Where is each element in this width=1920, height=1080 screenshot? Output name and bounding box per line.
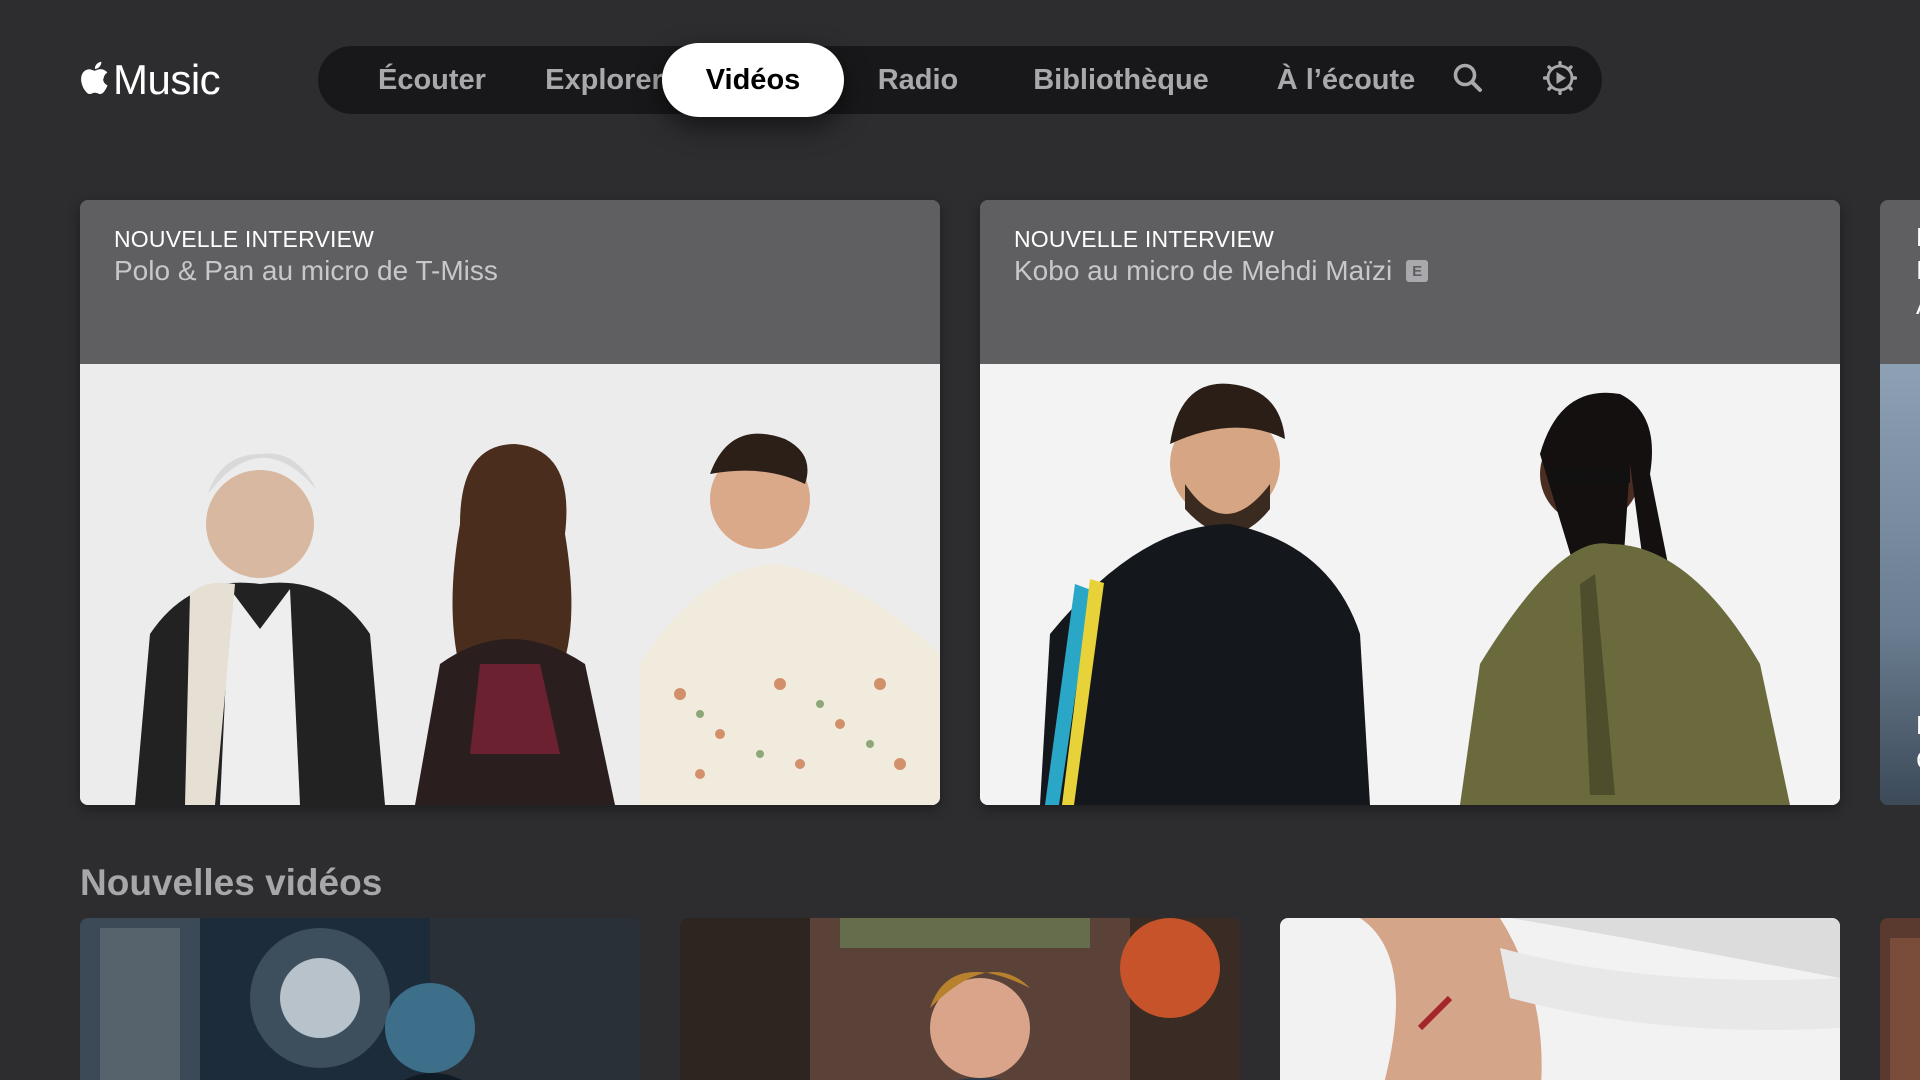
top-navigation-bar: Écouter Explorer Vidéos Radio Bibliothèq… <box>318 43 1602 117</box>
hero-peek-image <box>1880 364 1920 805</box>
hero-eyebrow: NOUVELLE INTERVIEW <box>114 226 375 252</box>
video-tile[interactable] <box>1280 918 1840 1080</box>
tab-bibliotheque[interactable]: Bibliothèque <box>994 46 1248 114</box>
apple-icon <box>79 60 109 101</box>
hero-card-header: NOUVELLE INTERVIEW Kobo au micro de Mehd… <box>980 200 1840 364</box>
tab-radio[interactable]: Radio <box>836 46 1000 114</box>
explicit-badge: E <box>1406 260 1429 282</box>
hero-title-text: Kobo au micro de Mehdi Maïzi <box>1014 255 1393 286</box>
peek-text: A <box>1916 290 1920 321</box>
settings-gear-icon <box>1542 60 1578 100</box>
search-icon <box>1451 61 1485 100</box>
hero-eyebrow: NOUVELLE INTERVIEW <box>1014 226 1275 252</box>
hero-card-header: NOUVELLE INTERVIEW Polo & Pan au micro d… <box>80 200 940 364</box>
hero-artwork-image <box>980 364 1840 805</box>
video-tile[interactable] <box>80 918 640 1080</box>
hero-card-peek[interactable]: F I A F C <box>1880 200 1920 805</box>
peek-text: F <box>1916 222 1920 253</box>
apple-music-videos-page: Music Écouter Explorer Vidéos Radio Bibl… <box>0 0 1920 1080</box>
hero-title: Polo & Pan au micro de T-Miss <box>114 255 498 287</box>
video-tile[interactable] <box>680 918 1240 1080</box>
logo-text: Music <box>113 56 221 103</box>
section-title[interactable]: Nouvelles vidéos <box>80 862 382 904</box>
hero-title: Kobo au micro de Mehdi Maïzi E <box>1014 255 1429 287</box>
hero-title-text: Polo & Pan au micro de T-Miss <box>114 255 498 286</box>
peek-text: F <box>1916 710 1920 741</box>
apple-music-logo[interactable]: Music <box>79 56 221 104</box>
tab-videos[interactable]: Vidéos <box>662 43 844 117</box>
video-tile-peek[interactable] <box>1880 918 1920 1080</box>
settings-button[interactable] <box>1520 46 1600 114</box>
tab-ecouter[interactable]: Écouter <box>342 46 522 114</box>
hero-card-kobo[interactable]: NOUVELLE INTERVIEW Kobo au micro de Mehd… <box>980 200 1840 805</box>
peek-text: C <box>1916 745 1920 776</box>
hero-artwork-image <box>80 364 940 805</box>
peek-text: I <box>1916 255 1920 285</box>
hero-card-polo-pan[interactable]: NOUVELLE INTERVIEW Polo & Pan au micro d… <box>80 200 940 805</box>
search-button[interactable] <box>1428 46 1508 114</box>
